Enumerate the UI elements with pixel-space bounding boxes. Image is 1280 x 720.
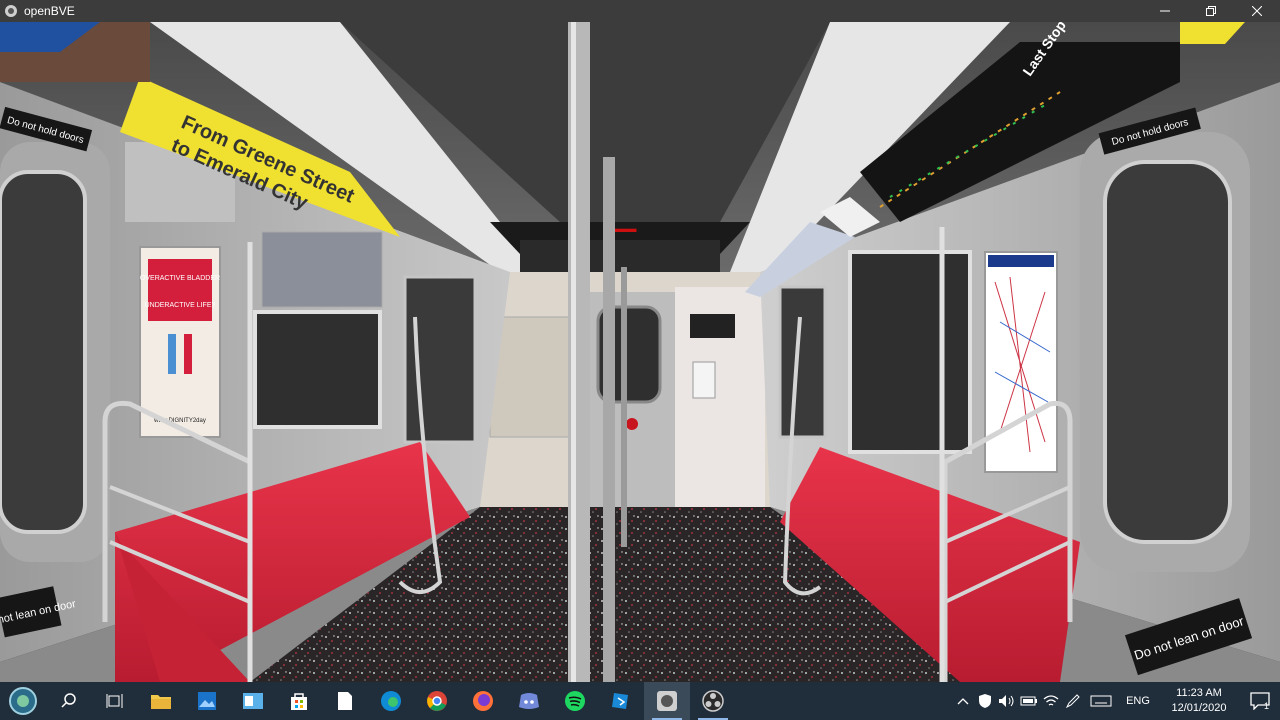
- discord-icon: [519, 693, 539, 709]
- battery-button[interactable]: [1018, 682, 1040, 720]
- mail-icon: [243, 693, 263, 709]
- edge-icon: [381, 691, 401, 711]
- notepad-button[interactable]: [322, 682, 368, 720]
- start-orb-icon: [9, 687, 37, 715]
- restore-icon: [1206, 6, 1216, 16]
- speaker-icon: [999, 695, 1014, 707]
- firefox-button[interactable]: [460, 682, 506, 720]
- folder-icon: [151, 695, 171, 709]
- pen-icon: [1065, 694, 1080, 709]
- train-interior-view[interactable]: ▬▬▬ OVERACTIVE BLADDER UNDERACTIVE LIFE?…: [0, 22, 1280, 682]
- search-button[interactable]: [46, 682, 92, 720]
- ad-left-line1: OVERACTIVE BLADDER: [140, 275, 220, 282]
- task-view-icon: [106, 694, 123, 708]
- ad-left-line2: UNDERACTIVE LIFE?: [145, 302, 216, 309]
- discord-button[interactable]: [506, 682, 552, 720]
- title-bar: openBVE: [0, 0, 1280, 22]
- task-view-button[interactable]: [92, 682, 138, 720]
- clock-date: 12/01/2020: [1171, 702, 1227, 714]
- security-tray-button[interactable]: [974, 682, 996, 720]
- obs-button[interactable]: [690, 682, 736, 720]
- openbve-icon: [657, 691, 677, 711]
- chrome-icon: [427, 691, 447, 711]
- chrome-button[interactable]: [414, 682, 460, 720]
- window-title: openBVE: [24, 4, 75, 18]
- maps-icon: [612, 693, 628, 709]
- photos-button[interactable]: [184, 682, 230, 720]
- document-icon: [338, 692, 352, 710]
- taskbar: ENG 11:23 AM 12/01/2020 1: [0, 682, 1280, 720]
- touch-keyboard-button[interactable]: [1084, 682, 1118, 720]
- spotify-button[interactable]: [552, 682, 598, 720]
- close-icon: [1252, 6, 1262, 16]
- store-button[interactable]: [276, 682, 322, 720]
- file-explorer-button[interactable]: [138, 682, 184, 720]
- obs-icon: [702, 690, 724, 712]
- system-tray: ENG 11:23 AM 12/01/2020 1: [952, 682, 1280, 720]
- openbve-taskbar-button[interactable]: [644, 682, 690, 720]
- maximize-button[interactable]: [1188, 0, 1234, 22]
- wifi-icon: [1043, 695, 1059, 706]
- train-interior-scene: ▬▬▬ OVERACTIVE BLADDER UNDERACTIVE LIFE?…: [0, 22, 1280, 682]
- clock[interactable]: 11:23 AM 12/01/2020: [1158, 686, 1240, 716]
- input-language-indicator[interactable]: ENG: [1118, 695, 1158, 707]
- show-hidden-icons-button[interactable]: [952, 682, 974, 720]
- close-button[interactable]: [1234, 0, 1280, 22]
- network-button[interactable]: [1040, 682, 1062, 720]
- outlook-button[interactable]: [230, 682, 276, 720]
- clock-time: 11:23 AM: [1176, 687, 1222, 699]
- shield-icon: [979, 694, 991, 708]
- search-icon: [61, 693, 76, 708]
- maps-button[interactable]: [598, 682, 644, 720]
- start-button[interactable]: [0, 682, 46, 720]
- firefox-icon: [473, 691, 493, 711]
- keyboard-icon: [1090, 695, 1112, 707]
- photos-icon: [198, 692, 216, 710]
- store-icon: [291, 693, 307, 710]
- notification-icon: 1: [1250, 692, 1270, 710]
- notification-count: 1: [1264, 701, 1269, 710]
- pen-button[interactable]: [1062, 682, 1084, 720]
- chevron-up-icon: [957, 698, 969, 705]
- volume-button[interactable]: [996, 682, 1018, 720]
- minimize-button[interactable]: [1142, 0, 1188, 22]
- action-center-button[interactable]: 1: [1240, 692, 1280, 710]
- battery-icon: [1020, 696, 1037, 706]
- openbve-app-icon: [5, 5, 17, 17]
- spotify-icon: [565, 691, 585, 711]
- edge-button[interactable]: [368, 682, 414, 720]
- minimize-icon: [1160, 10, 1170, 12]
